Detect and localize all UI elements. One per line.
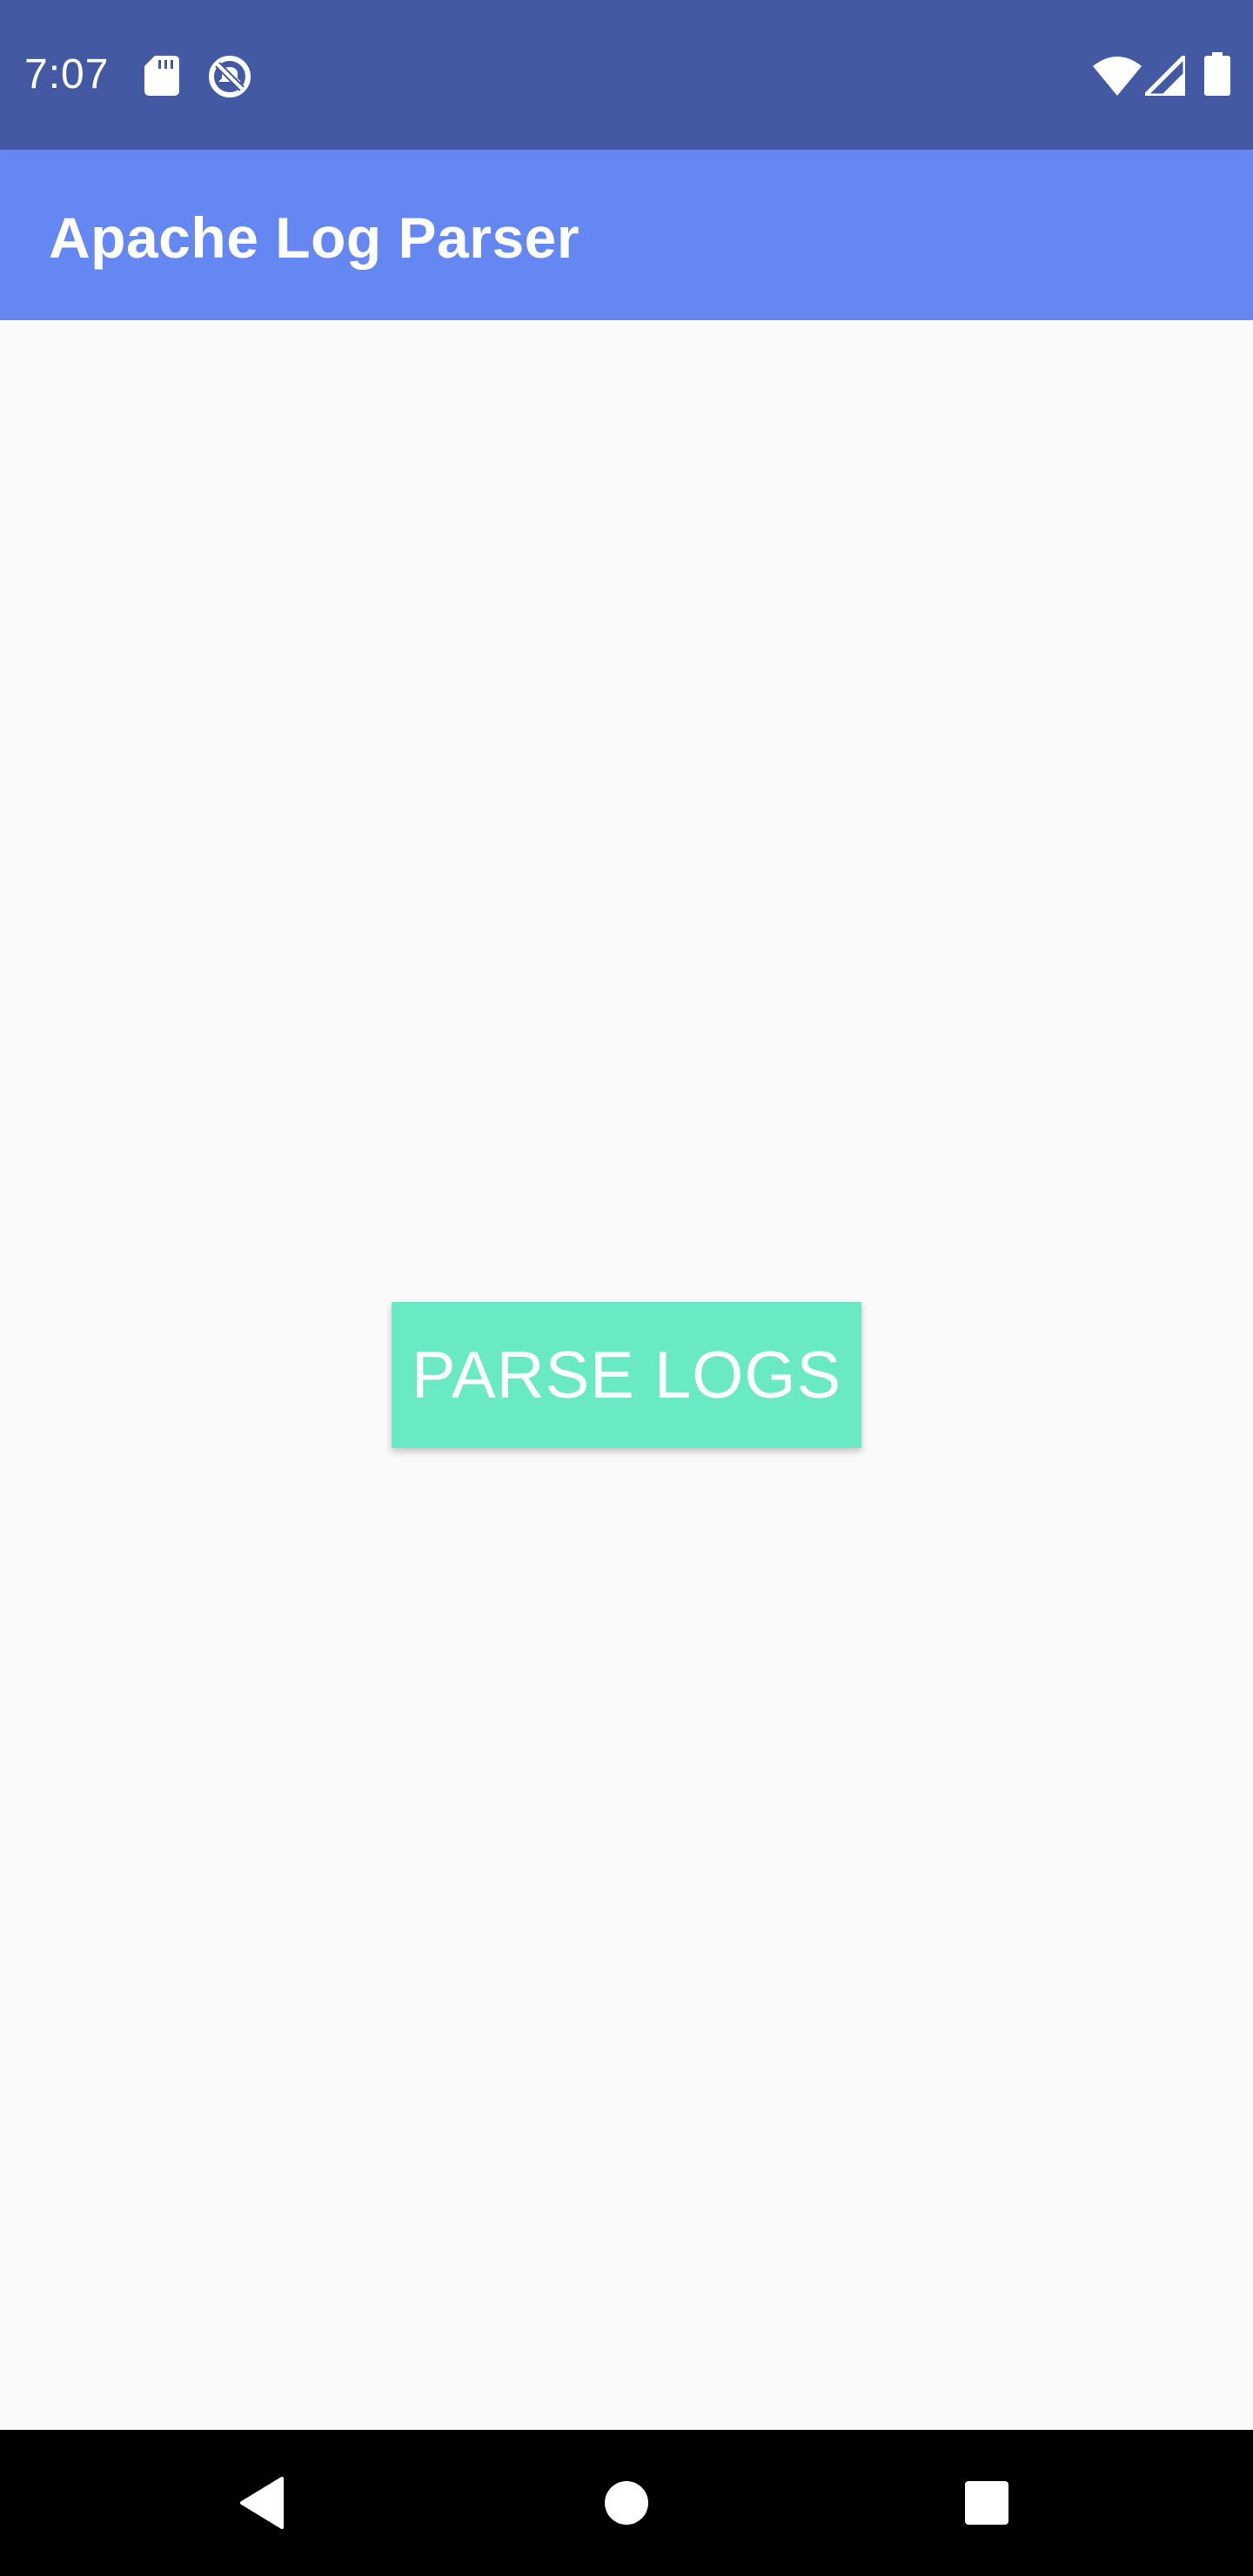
app-title: Apache Log Parser — [49, 205, 580, 270]
status-time: 7:07 — [24, 51, 110, 97]
battery-icon — [1204, 52, 1230, 96]
main-content: PARSE LOGS — [0, 320, 1253, 2430]
status-bar: 7:07 — [0, 0, 1253, 150]
app-bar: Apache Log Parser — [0, 150, 1253, 320]
sd-card-icon — [144, 56, 179, 96]
wifi-icon — [1093, 57, 1142, 96]
parse-logs-button[interactable]: PARSE LOGS — [392, 1302, 861, 1448]
navigation-bar — [0, 2430, 1253, 2576]
do-not-disturb-icon — [209, 56, 251, 97]
back-icon[interactable] — [235, 2472, 298, 2534]
cell-signal-icon — [1145, 56, 1185, 96]
home-icon[interactable] — [595, 2472, 658, 2534]
recents-icon[interactable] — [955, 2472, 1018, 2534]
